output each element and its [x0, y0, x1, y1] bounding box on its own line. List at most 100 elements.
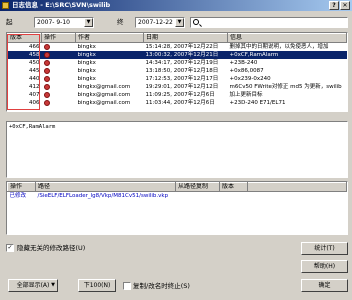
table-row[interactable]: 407 bingkx@gmail.com 11:09:25, 2007年12月6日 加…	[8, 91, 347, 99]
date-cell: 17:12:53, 2007年12月17日	[145, 76, 219, 82]
chevron-down-icon[interactable]: ▼	[175, 18, 184, 27]
hide-unrelated-checkbox[interactable]: ✓	[6, 244, 14, 252]
date-cell: 13:18:50, 2007年12月18日	[145, 68, 219, 74]
log-column-header[interactable]: 版本	[7, 33, 42, 43]
to-date-value: 2007-12-22	[138, 19, 173, 26]
path-row[interactable]: 已修改/SieELF/ELFLoader_lg8/Vkp/M81Cv51/swi…	[8, 192, 347, 201]
help-title-button[interactable]: ?	[329, 1, 339, 10]
action-cell	[42, 43, 76, 52]
modified-icon	[43, 91, 50, 98]
log-column-header[interactable]: 信息	[227, 33, 347, 43]
message-cell: +0x86,0087	[229, 68, 264, 74]
author-cell: bingkx@gmail.com	[77, 92, 131, 98]
author-cell: bingkx	[75, 51, 144, 59]
revision-cell: 450	[29, 60, 40, 66]
table-row[interactable]: 445 bingkx 13:18:50, 2007年12月18日 +0x86,0087	[8, 67, 347, 75]
path-copy-from-cell	[176, 192, 220, 201]
to-label: 终	[117, 18, 124, 26]
message-cell: +23B-240	[229, 60, 258, 66]
modified-icon	[43, 83, 50, 90]
search-icon	[193, 19, 199, 25]
stats-button[interactable]: 统计(T)	[301, 242, 348, 255]
date-cell: 11:09:25, 2007年12月6日	[145, 92, 215, 98]
revision-cell: 440	[29, 76, 40, 82]
show-all-label: 全部显示(A)	[16, 282, 50, 289]
revision-cell: 466	[29, 44, 40, 50]
hide-unrelated-label: 隐藏无关的修改路径(U)	[17, 244, 86, 252]
date-cell: 11:03:44, 2007年12月6日	[145, 100, 215, 106]
to-date-picker[interactable]: 2007-12-22 ▼	[135, 17, 185, 28]
table-row[interactable]: 406 bingkx@gmail.com 11:03:44, 2007年12月6日 +…	[8, 99, 347, 107]
path-path-cell: /SieELF/ELFLoader_lg8/Vkp/M81Cv51/swilib…	[37, 193, 169, 199]
log-table[interactable]: 版本 操作 作者 日期 信息 466 bingkx 15:14:28, 2007年12月22…	[6, 32, 348, 112]
action-cell	[42, 91, 76, 99]
date-cell: 13:00:32, 2007年12月21日	[143, 51, 228, 59]
paths-table[interactable]: 操作 路径 从路径复制 版本 已修改/SieELF/ELFLoader_lg8/Vkp…	[6, 181, 348, 235]
action-cell	[42, 67, 76, 75]
date-cell: 15:14:28, 2007年12月22日	[145, 44, 219, 50]
action-cell	[42, 83, 76, 91]
author-cell: bingkx	[77, 60, 96, 66]
message-cell: m6Cv50 FWrite对修正 md5 为更新，swilib	[229, 84, 342, 90]
search-input[interactable]	[190, 17, 348, 28]
stop-on-copy-checkbox[interactable]	[123, 282, 131, 290]
log-column-header[interactable]: 操作	[41, 33, 76, 43]
action-cell	[42, 99, 76, 107]
author-cell: bingkx@gmail.com	[77, 84, 131, 90]
revision-cell: 406	[29, 100, 40, 106]
show-all-button[interactable]: 全部显示(A) ▼	[8, 279, 58, 292]
author-cell: bingkx	[77, 44, 96, 50]
path-column-filler	[247, 182, 347, 192]
message-cell: 删掉其中的日期说明，以免使恶人，增加	[229, 44, 329, 50]
path-column-header[interactable]: 版本	[219, 182, 248, 192]
table-row[interactable]: 466 bingkx 15:14:28, 2007年12月22日 删掉其中的日期说明，…	[8, 43, 347, 52]
revision-cell: 458	[7, 51, 42, 59]
from-date-picker[interactable]: 2007- 9-10 ▼	[34, 17, 94, 28]
app-icon	[2, 2, 9, 9]
close-window-button[interactable]: ✕	[340, 1, 350, 10]
chevron-down-icon: ▼	[51, 282, 55, 288]
modified-icon	[43, 51, 50, 58]
path-action-cell: 已修改	[9, 193, 27, 199]
path-column-header[interactable]: 操作	[7, 182, 36, 192]
path-filler-cell	[248, 192, 347, 201]
path-rev-cell	[220, 192, 248, 201]
from-date-value: 2007- 9-10	[37, 19, 70, 26]
path-column-header[interactable]: 从路径复制	[175, 182, 220, 192]
message-cell: +23D-240 E71/EL71	[229, 100, 286, 106]
action-cell	[42, 75, 76, 83]
modified-icon	[43, 75, 50, 82]
modified-icon	[43, 59, 50, 66]
stop-on-copy-label: 复制/改名时终止(S)	[133, 282, 190, 290]
date-cell: 19:29:01, 2007年12月12日	[145, 84, 219, 90]
chevron-down-icon[interactable]: ▼	[84, 18, 93, 27]
revision-cell: 407	[29, 92, 40, 98]
modified-icon	[43, 99, 50, 106]
table-row[interactable]: 458 bingkx 13:00:32, 2007年12月21日 +0xCF,RamA…	[7, 51, 347, 59]
ok-button[interactable]: 确定	[301, 279, 348, 292]
action-cell	[42, 59, 76, 67]
message-cell: +0x239-0x240	[229, 76, 271, 82]
log-column-header[interactable]: 日期	[143, 33, 228, 43]
message-cell: 加上更新目标	[229, 92, 263, 98]
author-cell: bingkx@gmail.com	[77, 100, 131, 106]
table-row[interactable]: 440 bingkx 17:12:53, 2007年12月17日 +0x239-0x2…	[8, 75, 347, 83]
log-column-header[interactable]: 作者	[75, 33, 144, 43]
revision-cell: 412	[29, 84, 40, 90]
table-row[interactable]: 412 bingkx@gmail.com 19:29:01, 2007年12月12日…	[8, 83, 347, 91]
title-bar: 日志信息 - E:\SRC\SVN\swilib ? ✕	[0, 0, 352, 11]
message-cell: +0xCF,RamAlarm	[227, 51, 347, 59]
modified-icon	[43, 67, 50, 74]
revision-cell: 445	[29, 68, 40, 74]
from-label: 起	[6, 18, 13, 26]
date-cell: 14:34:17, 2007年12月19日	[145, 60, 219, 66]
modified-icon	[43, 43, 50, 50]
path-column-header[interactable]: 路径	[35, 182, 176, 192]
action-cell	[41, 51, 76, 59]
table-row[interactable]: 450 bingkx 14:34:17, 2007年12月19日 +23B-240	[8, 59, 347, 67]
author-cell: bingkx	[77, 68, 96, 74]
author-cell: bingkx	[77, 76, 96, 82]
help-button[interactable]: 帮助(H)	[301, 260, 348, 273]
next-100-button[interactable]: 下100(N)	[78, 279, 116, 292]
message-box[interactable]: +0xCF,RamAlarm	[6, 121, 348, 178]
